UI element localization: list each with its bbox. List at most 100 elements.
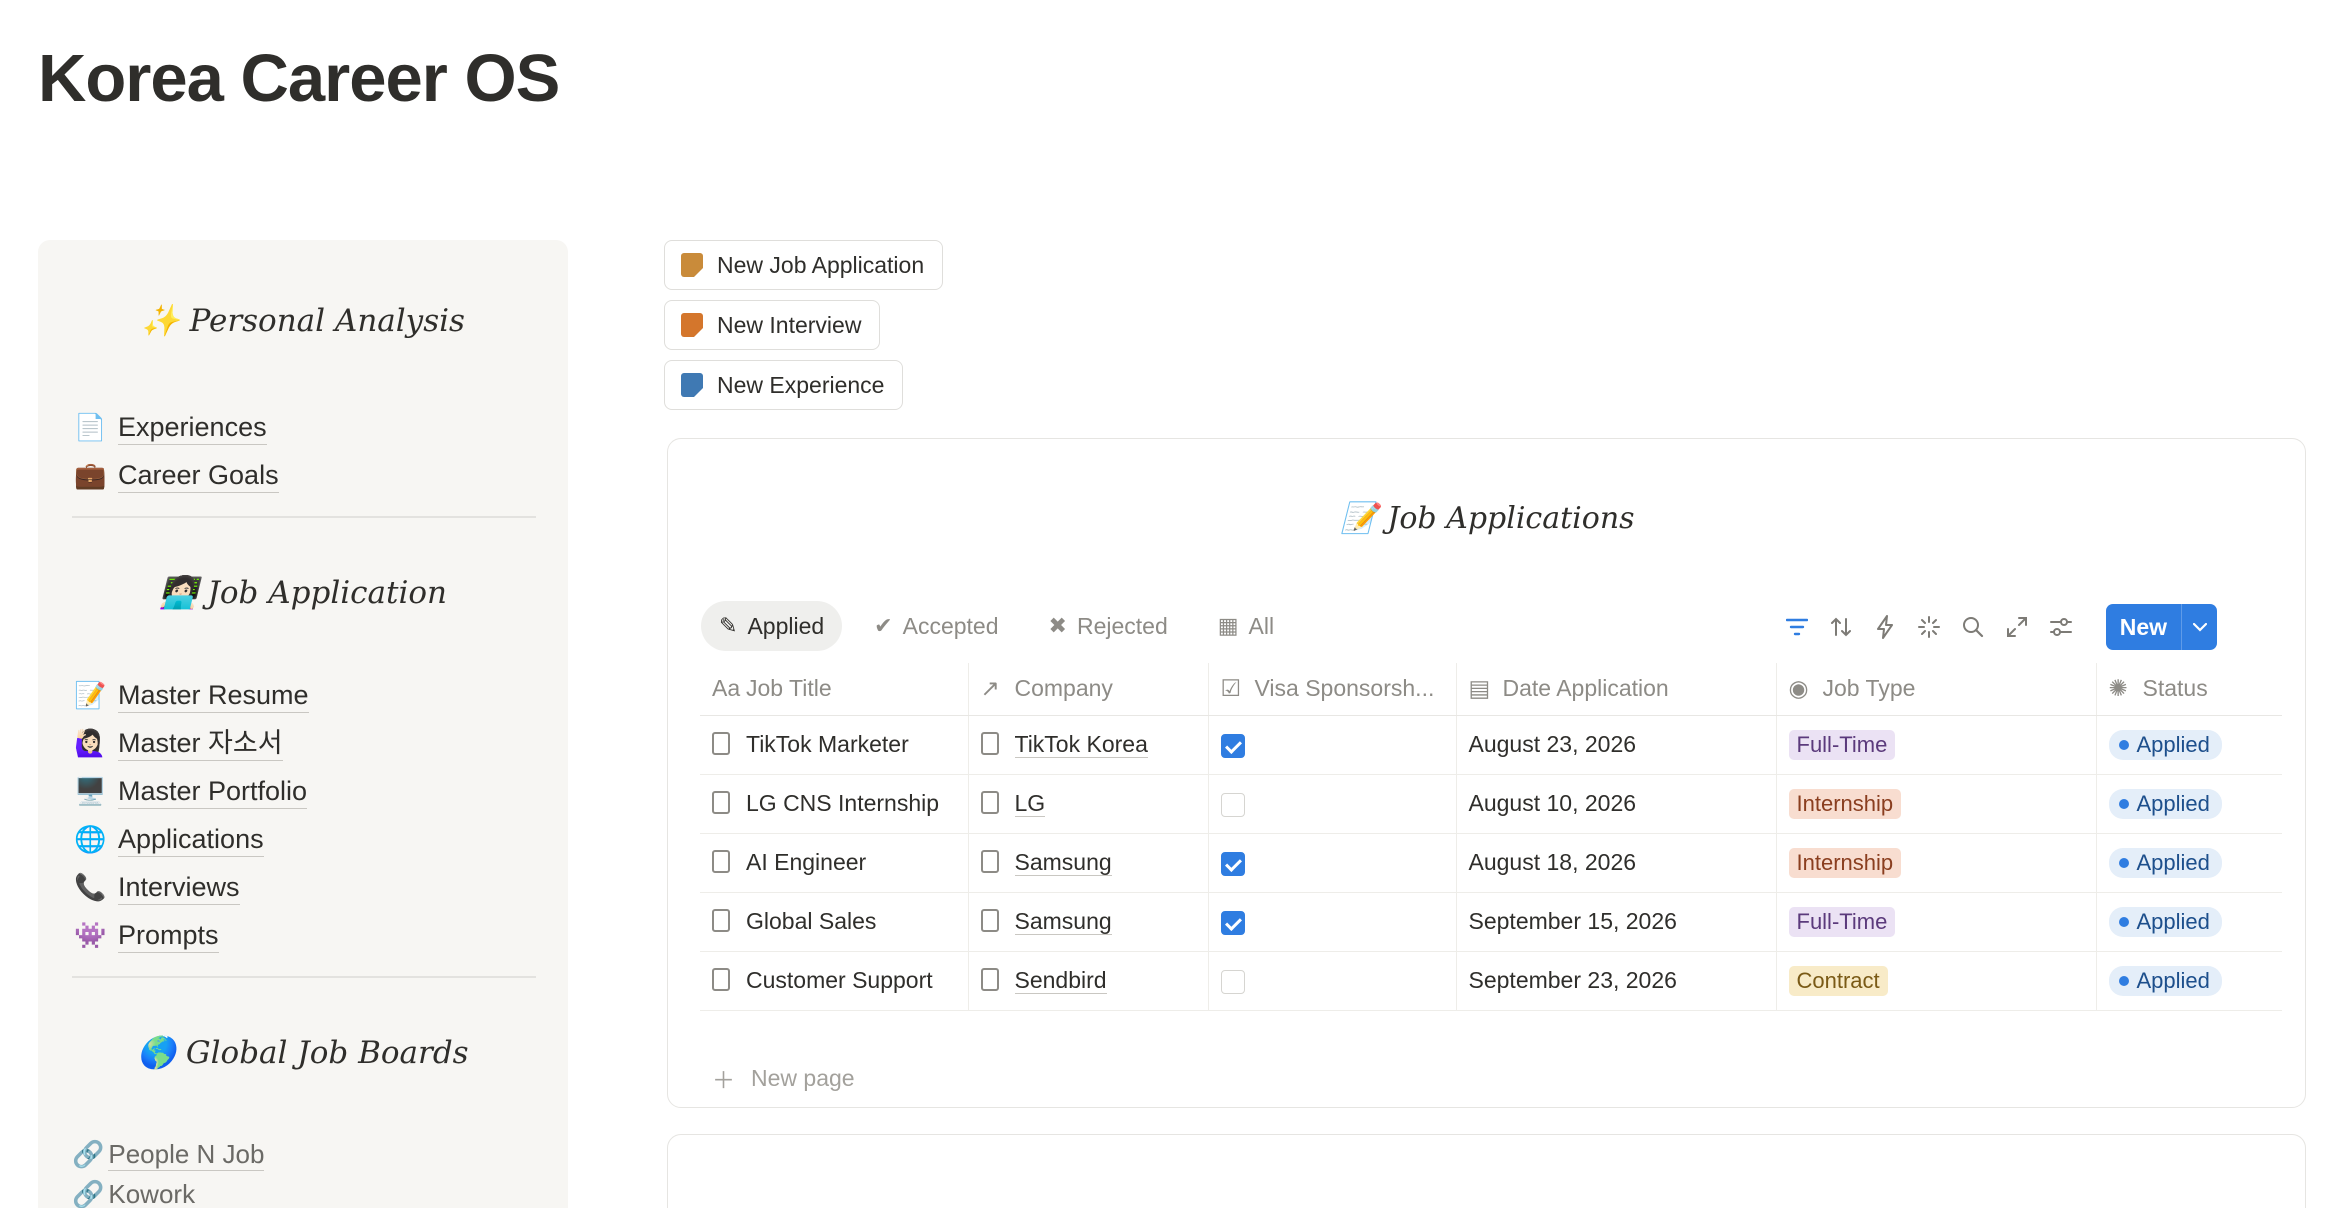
status-text: Applied	[2136, 791, 2210, 816]
cell-job-type[interactable]: Contract	[1775, 951, 2096, 1011]
sidebar-item-master-portfolio[interactable]: 🖥️ Master Portfolio	[74, 774, 308, 809]
button-label: New Job Application	[717, 251, 925, 278]
cell-date[interactable]: August 10, 2026	[1455, 774, 1776, 834]
cell-company[interactable]: Samsung	[967, 833, 1208, 893]
settings-sliders-icon[interactable]	[2048, 614, 2074, 640]
cell-status[interactable]: Applied	[2095, 892, 2282, 952]
tab-accepted[interactable]: ✔ Accepted	[856, 601, 1016, 651]
cell-company[interactable]: TikTok Korea	[967, 715, 1208, 775]
new-interview-button[interactable]: New Interview	[664, 300, 881, 350]
company-link[interactable]: Sendbird	[1014, 967, 1107, 994]
column-header-job-type[interactable]: ◉ Job Type	[1775, 663, 2096, 716]
date-text: September 15, 2026	[1468, 908, 1677, 934]
cell-company[interactable]: LG	[967, 774, 1208, 834]
tab-all[interactable]: ▦ All	[1200, 601, 1292, 651]
calendar-icon: ▤	[1468, 675, 1491, 702]
table-row[interactable]: LG CNS Internship LG August 10, 2026 Intern…	[700, 774, 2282, 834]
visa-checkbox[interactable]	[1220, 910, 1245, 935]
company-link[interactable]: TikTok Korea	[1014, 731, 1148, 758]
cell-date[interactable]: September 15, 2026	[1455, 892, 1776, 952]
cell-job-title[interactable]: AI Engineer	[700, 833, 968, 893]
button-label: New Interview	[717, 311, 862, 338]
link-people-n-job[interactable]: 🔗 People N Job	[72, 1138, 265, 1171]
company-link[interactable]: Samsung	[1014, 908, 1112, 935]
column-header-company[interactable]: ↗ Company	[967, 663, 1208, 716]
page-icon	[980, 909, 999, 933]
table-row[interactable]: TikTok Marketer TikTok Korea August 23, 20…	[700, 715, 2282, 775]
column-header-date[interactable]: ▤ Date Application	[1455, 663, 1776, 716]
link-icon: 🔗	[72, 1139, 105, 1169]
tab-rejected[interactable]: ✖ Rejected	[1031, 601, 1186, 651]
sparkle-icon[interactable]	[1916, 614, 1942, 640]
table-row[interactable]: Customer Support Sendbird September 23, 20…	[700, 951, 2282, 1011]
new-experience-button[interactable]: New Experience	[664, 360, 904, 410]
company-link[interactable]: LG	[1014, 790, 1046, 817]
cell-status[interactable]: Applied	[2095, 951, 2282, 1011]
cell-date[interactable]: August 23, 2026	[1455, 715, 1776, 775]
cell-visa[interactable]	[1207, 774, 1456, 834]
company-link[interactable]: Samsung	[1014, 849, 1112, 876]
sort-icon[interactable]	[1828, 614, 1854, 640]
cell-job-title[interactable]: Customer Support	[700, 951, 968, 1011]
cell-job-type[interactable]: Internship	[1775, 833, 2096, 893]
column-header-status[interactable]: ✺ Status	[2095, 663, 2282, 716]
cell-job-type[interactable]: Full-Time	[1775, 715, 2096, 775]
cell-visa[interactable]	[1207, 951, 1456, 1011]
page-icon	[980, 850, 999, 874]
visa-checkbox[interactable]	[1220, 792, 1245, 817]
job-type-tag: Full-Time	[1788, 729, 1896, 760]
status-badge: Applied	[2108, 730, 2222, 760]
cell-visa[interactable]	[1207, 715, 1456, 775]
visa-checkbox[interactable]	[1220, 851, 1245, 876]
sidebar-item-experiences[interactable]: 📄 Experiences	[74, 410, 267, 445]
sidebar-item-career-goals[interactable]: 💼 Career Goals	[74, 458, 279, 493]
visa-checkbox[interactable]	[1220, 733, 1245, 758]
lightning-icon[interactable]	[1872, 614, 1898, 640]
date-text: August 10, 2026	[1468, 790, 1637, 816]
page-icon	[712, 791, 730, 815]
cell-visa[interactable]	[1207, 833, 1456, 893]
cell-date[interactable]: August 18, 2026	[1455, 833, 1776, 893]
cell-date[interactable]: September 23, 2026	[1455, 951, 1776, 1011]
relation-arrow-icon: ↗	[980, 675, 1000, 702]
link-label: Kowork	[108, 1178, 195, 1208]
job-type-tag: Full-Time	[1788, 906, 1896, 937]
select-type-icon: ◉	[1788, 675, 1809, 702]
cell-job-type[interactable]: Full-Time	[1775, 892, 2096, 952]
sidebar-item-prompts[interactable]: 👾 Prompts	[74, 918, 219, 953]
search-icon[interactable]	[1960, 614, 1986, 640]
new-record-button[interactable]: New	[2105, 604, 2217, 650]
tab-applied[interactable]: ✎ Applied	[701, 601, 843, 651]
table-row[interactable]: AI Engineer Samsung August 18, 2026 Interns…	[700, 833, 2282, 893]
sidebar-item-interviews[interactable]: 📞 Interviews	[74, 870, 240, 905]
chevron-down-icon[interactable]	[2181, 604, 2217, 650]
table-row[interactable]: Global Sales Samsung September 15, 2026 Ful…	[700, 892, 2282, 952]
sidebar-item-master-resume[interactable]: 📝 Master Resume	[74, 678, 309, 713]
cell-status[interactable]: Applied	[2095, 774, 2282, 834]
cell-job-title[interactable]: LG CNS Internship	[700, 774, 968, 834]
status-text: Applied	[2136, 850, 2210, 875]
visa-checkbox[interactable]	[1220, 969, 1245, 994]
expand-icon[interactable]	[2004, 614, 2030, 640]
cell-job-title[interactable]: Global Sales	[700, 892, 968, 952]
status-dot-icon	[2118, 740, 2129, 750]
link-kowork[interactable]: 🔗 Kowork	[72, 1178, 195, 1208]
cell-job-title[interactable]: TikTok Marketer	[700, 715, 968, 775]
new-page-button[interactable]: ＋ New page	[712, 1061, 855, 1095]
sidebar-item-applications[interactable]: 🌐 Applications	[74, 822, 264, 857]
page-icon: 📄	[74, 412, 107, 442]
cell-status[interactable]: Applied	[2095, 715, 2282, 775]
job-title-text: LG CNS Internship	[746, 790, 940, 816]
column-label: Visa Sponsorsh...	[1254, 675, 1435, 702]
cell-job-type[interactable]: Internship	[1775, 774, 2096, 834]
column-header-visa[interactable]: ☑ Visa Sponsorsh...	[1207, 663, 1456, 716]
cell-company[interactable]: Sendbird	[967, 951, 1208, 1011]
sidebar-item-label: Interviews	[118, 870, 240, 905]
new-job-application-button[interactable]: New Job Application	[664, 240, 944, 290]
filter-icon[interactable]	[1784, 614, 1810, 640]
sidebar-item-master-jasoseo[interactable]: 🙋🏻‍♀️ Master 자소서	[74, 726, 283, 761]
column-header-job-title[interactable]: Aa Job Title	[700, 663, 968, 716]
cell-company[interactable]: Samsung	[967, 892, 1208, 952]
cell-visa[interactable]	[1207, 892, 1456, 952]
cell-status[interactable]: Applied	[2095, 833, 2282, 893]
